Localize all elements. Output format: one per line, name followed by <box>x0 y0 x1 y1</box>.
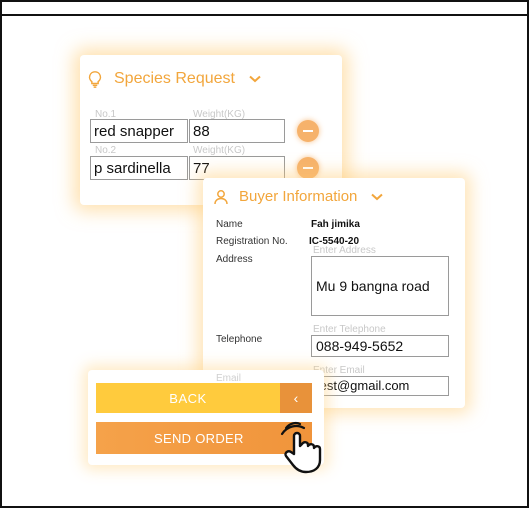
telephone-input[interactable]: 088-949-5652 <box>311 335 449 357</box>
back-arrow-glyph: ‹ <box>293 390 299 406</box>
address-label: Address <box>216 254 253 265</box>
back-button[interactable]: BACK <box>96 383 280 413</box>
species-request-title: Species Request <box>114 70 235 87</box>
weight-value: 88 <box>193 123 210 140</box>
back-button-label: BACK <box>169 390 207 406</box>
address-input[interactable]: Mu 9 bangna road <box>311 256 449 316</box>
weight-label: Weight(KG) <box>193 145 246 156</box>
telephone-hint: Enter Telephone <box>313 324 386 335</box>
chevron-down-icon[interactable] <box>249 75 261 83</box>
registration-label: Registration No. <box>216 236 288 247</box>
name-label: Name <box>216 219 243 230</box>
weight-value: 77 <box>193 160 210 177</box>
email-input[interactable]: test@gmail.com <box>311 376 449 396</box>
email-label: Email <box>216 373 242 384</box>
email-value: test@gmail.com <box>316 378 410 393</box>
buyer-information-header[interactable]: Buyer Information <box>213 188 384 205</box>
remove-row-button[interactable] <box>297 120 319 142</box>
lightbulb-icon <box>88 71 102 88</box>
person-icon <box>214 189 228 204</box>
address-hint: Enter Address <box>313 245 376 256</box>
species-request-header[interactable]: Species Request <box>86 70 261 88</box>
weight-input[interactable]: 77 <box>189 156 285 180</box>
species-name-input[interactable]: red snapper <box>90 119 188 143</box>
telephone-label: Telephone <box>216 334 263 345</box>
tap-hand-icon <box>280 421 322 474</box>
species-name-value: p sardinella <box>94 160 171 177</box>
chevron-left-icon[interactable]: ‹ <box>280 383 312 413</box>
telephone-value: 088-949-5652 <box>316 338 404 354</box>
remove-row-button[interactable] <box>297 157 319 179</box>
name-value: Fah jimika <box>311 219 360 230</box>
chevron-down-icon[interactable] <box>371 193 384 201</box>
weight-input[interactable]: 88 <box>189 119 285 143</box>
buyer-information-title: Buyer Information <box>239 188 358 205</box>
species-no-label: No.2 <box>95 145 117 156</box>
send-order-label: SEND ORDER <box>154 430 244 446</box>
species-name-input[interactable]: p sardinella <box>90 156 188 180</box>
address-value: Mu 9 bangna road <box>316 278 430 294</box>
species-name-value: red snapper <box>94 123 175 140</box>
